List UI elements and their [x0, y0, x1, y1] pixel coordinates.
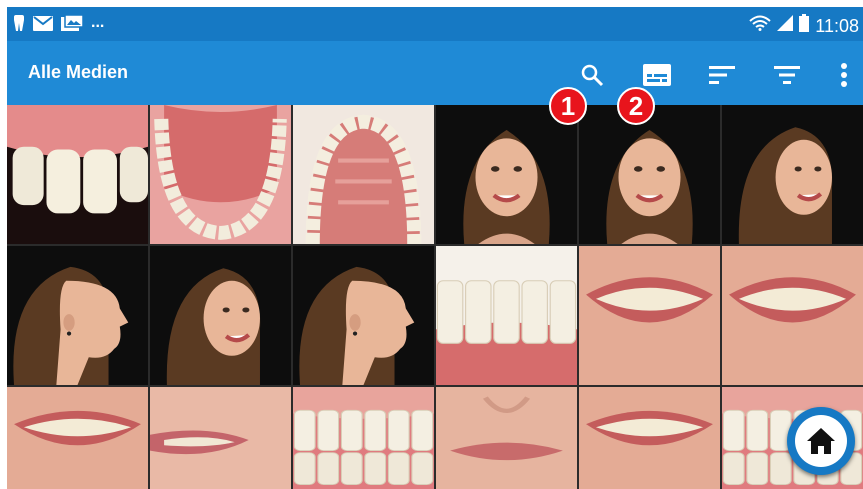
photo-face-frontal	[579, 105, 720, 244]
photo-face-profile	[7, 246, 148, 385]
home-button[interactable]	[787, 407, 855, 475]
media-thumbnail[interactable]	[579, 387, 720, 489]
filter-icon	[774, 66, 800, 84]
sort-icon	[709, 66, 735, 84]
media-thumbnail[interactable]	[579, 105, 720, 244]
photo-lips-smile	[579, 387, 720, 489]
media-thumbnail[interactable]	[436, 246, 577, 385]
search-icon	[581, 64, 604, 87]
media-thumbnail[interactable]	[436, 105, 577, 244]
media-thumbnail[interactable]	[7, 387, 148, 489]
battery-icon	[799, 14, 810, 37]
clock: 11:08	[815, 15, 859, 36]
photo-lips-smile	[722, 246, 863, 385]
callout-badge-2: 2	[617, 87, 655, 125]
media-thumbnail[interactable]	[722, 246, 863, 385]
photo-upper-arch	[293, 105, 434, 244]
wifi-icon	[749, 15, 771, 36]
status-bar: ... 11:08	[7, 7, 863, 41]
signal-icon	[777, 15, 794, 36]
media-thumbnail[interactable]	[7, 105, 148, 244]
status-icons-left: ...	[13, 15, 104, 31]
subtitles-icon	[643, 64, 671, 86]
media-thumbnail[interactable]	[7, 246, 148, 385]
photo-lower-arch	[150, 105, 291, 244]
media-thumbnail[interactable]	[293, 246, 434, 385]
status-icons-right: 11:08	[749, 14, 859, 37]
app-screen: ... 11:08 Alle Medien 1 2	[7, 7, 863, 489]
photo-lips-profile	[150, 387, 291, 489]
app-bar: Alle Medien	[7, 41, 863, 105]
tooth-icon	[13, 15, 25, 31]
photo-teeth-lower-close	[436, 246, 577, 385]
photo-face-three-quarter	[722, 105, 863, 244]
photo-lips-smile	[579, 246, 720, 385]
media-thumbnail[interactable]	[579, 246, 720, 385]
mail-icon	[33, 15, 53, 31]
photo-face-profile	[293, 246, 434, 385]
media-thumbnail[interactable]	[150, 246, 291, 385]
page-title: Alle Medien	[28, 62, 129, 82]
media-thumbnail[interactable]	[722, 105, 863, 244]
photo-face-three-quarter	[150, 246, 291, 385]
photo-teeth-front	[7, 105, 148, 244]
media-thumbnail[interactable]	[150, 387, 291, 489]
media-grid	[7, 105, 863, 489]
more-options-button[interactable]	[824, 55, 863, 95]
callout-badge-1: 1	[549, 87, 587, 125]
photo-teeth-front-smile	[293, 387, 434, 489]
media-thumbnail[interactable]	[436, 387, 577, 489]
notification-overflow: ...	[91, 14, 105, 31]
media-thumbnail[interactable]	[293, 105, 434, 244]
photo-lips-relaxed	[436, 387, 577, 489]
filter-button[interactable]	[767, 55, 807, 95]
more-icon	[841, 63, 847, 87]
media-thumbnail[interactable]	[293, 387, 434, 489]
sort-button[interactable]	[702, 55, 742, 95]
photo-lips-smile	[7, 387, 148, 489]
photo-icon	[61, 15, 83, 31]
media-thumbnail[interactable]	[150, 105, 291, 244]
home-icon	[807, 428, 835, 454]
photo-face-frontal	[436, 105, 577, 244]
